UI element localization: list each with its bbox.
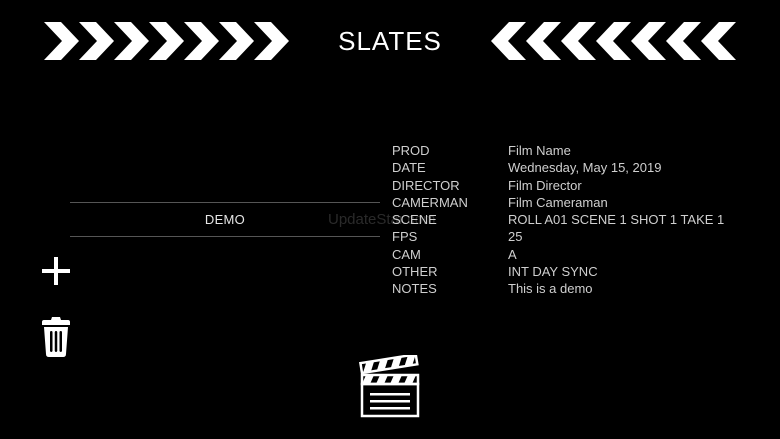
detail-row-scene: SCENE ROLL A01 SCENE 1 SHOT 1 TAKE 1 xyxy=(392,211,724,228)
slate-list: DEMO xyxy=(70,202,380,237)
detail-label: CAMERMAN xyxy=(392,194,468,210)
chevron-right-icon xyxy=(44,22,289,60)
detail-row-fps: FPS 25 xyxy=(392,228,724,245)
detail-label: SCENE xyxy=(392,212,437,228)
detail-value: ROLL A01 SCENE 1 SHOT 1 TAKE 1 xyxy=(508,212,725,228)
detail-row-cameraman: CAMERMAN Film Cameraman xyxy=(392,194,724,211)
detail-label: NOTES xyxy=(392,281,437,297)
detail-label: PROD xyxy=(392,143,430,158)
add-slate-button[interactable] xyxy=(40,255,72,287)
plus-icon xyxy=(42,257,70,285)
left-chevron-decoration xyxy=(44,22,292,60)
detail-label: CAM xyxy=(392,246,421,262)
detail-value: Film Director xyxy=(508,177,582,193)
slate-name: DEMO xyxy=(204,212,246,227)
detail-label: DIRECTOR xyxy=(392,177,460,193)
trash-icon xyxy=(42,317,70,357)
detail-row-notes: NOTES This is a demo xyxy=(392,280,724,297)
detail-value: A xyxy=(508,246,517,262)
clapperboard-button[interactable] xyxy=(358,355,422,419)
chevron-left-icon xyxy=(491,22,736,60)
page-title: SLATES xyxy=(338,26,442,56)
detail-value: Film Cameraman xyxy=(508,194,608,210)
detail-value: Film Name xyxy=(508,143,571,158)
slate-details: PROD Film Name DATE Wednesday, May 15, 2… xyxy=(392,142,724,298)
detail-value: Wednesday, May 15, 2019 xyxy=(508,160,662,176)
detail-label: DATE xyxy=(392,160,426,176)
detail-row-prod: PROD Film Name xyxy=(392,142,724,159)
clapperboard-icon xyxy=(359,355,420,418)
detail-row-cam: CAM A xyxy=(392,246,724,263)
slate-list-item[interactable]: DEMO xyxy=(70,202,380,237)
detail-row-date: DATE Wednesday, May 15, 2019 xyxy=(392,159,724,176)
detail-row-director: DIRECTOR Film Director xyxy=(392,177,724,194)
right-chevron-decoration xyxy=(488,22,736,60)
detail-value: INT DAY SYNC xyxy=(508,264,598,280)
detail-value: This is a demo xyxy=(508,281,593,297)
detail-label: FPS xyxy=(392,229,418,245)
delete-slate-button[interactable] xyxy=(41,317,71,357)
detail-row-other: OTHER INT DAY SYNC xyxy=(392,263,724,280)
detail-label: OTHER xyxy=(392,264,438,280)
detail-value: 25 xyxy=(508,229,523,245)
